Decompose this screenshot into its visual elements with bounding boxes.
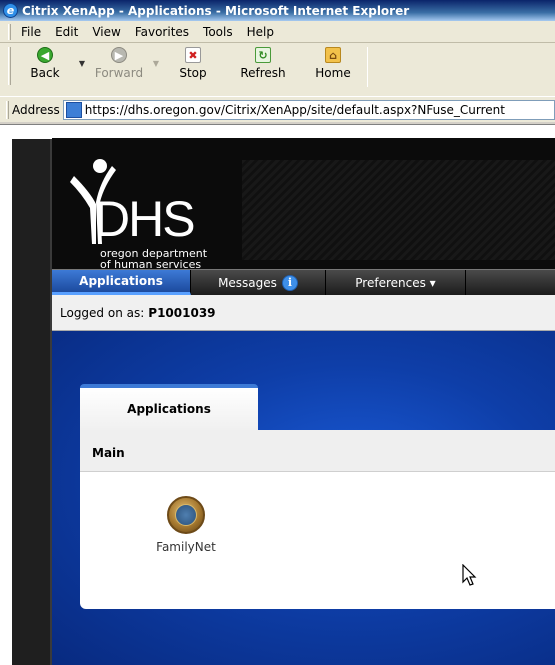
- tab-applications[interactable]: Applications: [52, 270, 191, 295]
- forward-label: Forward: [94, 66, 144, 80]
- stop-label: Stop: [179, 66, 207, 80]
- left-frame: [12, 139, 50, 665]
- menu-edit[interactable]: Edit: [55, 25, 78, 39]
- tab-applications-label: Applications: [79, 274, 163, 288]
- window-title-bar: e Citrix XenApp - Applications - Microso…: [0, 0, 555, 21]
- address-url: https://dhs.oregon.gov/Citrix/XenApp/sit…: [84, 102, 505, 117]
- mouse-cursor-icon: [462, 564, 477, 586]
- refresh-label: Refresh: [240, 66, 286, 80]
- stop-button[interactable]: ✖ Stop: [163, 47, 223, 80]
- nav-bar: Applications Messages i Preferences ▾: [52, 269, 555, 295]
- seal-icon: [167, 496, 205, 534]
- window-title: Citrix XenApp - Applications - Microsoft…: [22, 3, 410, 18]
- forward-button[interactable]: ▶ Forward: [89, 47, 149, 80]
- address-label: Address: [12, 102, 60, 117]
- dhs-logo[interactable]: DHS oregon department of human services: [60, 152, 250, 270]
- session-bar: Logged on as: P1001039: [52, 295, 555, 331]
- panel-body: Main FamilyNet: [80, 430, 555, 609]
- menu-view[interactable]: View: [92, 25, 120, 39]
- home-button[interactable]: ⌂ Home: [303, 47, 363, 80]
- tab-messages[interactable]: Messages i: [191, 270, 326, 295]
- forward-dropdown[interactable]: ▼: [149, 47, 163, 68]
- refresh-icon: ↻: [255, 47, 271, 63]
- address-bar: Address https://dhs.oregon.gov/Citrix/Xe…: [0, 96, 555, 122]
- toolbar-grip: [6, 100, 9, 119]
- refresh-button[interactable]: ↻ Refresh: [223, 47, 303, 80]
- toolbar-grip: [8, 47, 11, 85]
- panel-tab-applications[interactable]: Applications: [80, 384, 258, 430]
- header-banner: DHS oregon department of human services: [52, 138, 555, 270]
- toolbar-separator: [367, 47, 368, 87]
- toolbar-grip: [8, 23, 11, 40]
- logged-on-user: P1001039: [148, 305, 216, 320]
- app-label: FamilyNet: [156, 540, 216, 554]
- menu-file[interactable]: File: [21, 25, 41, 39]
- menu-bar: File Edit View Favorites Tools Help: [0, 21, 555, 43]
- logo-wordmark: DHS: [94, 191, 196, 247]
- folder-header-label: Main: [92, 446, 125, 460]
- address-input[interactable]: https://dhs.oregon.gov/Citrix/XenApp/sit…: [62, 99, 555, 120]
- page-icon: [65, 101, 82, 118]
- tab-preferences-label: Preferences ▾: [355, 275, 436, 290]
- applications-panel: Applications Main FamilyNet: [80, 384, 555, 609]
- home-icon: ⌂: [325, 47, 341, 63]
- browser-toolbar: ◀ Back ▼ ▶ Forward ▼ ✖ Stop ↻ Refresh ⌂ …: [0, 43, 555, 122]
- main-area: Applications Main FamilyNet: [52, 331, 555, 665]
- menu-favorites[interactable]: Favorites: [135, 25, 189, 39]
- back-arrow-icon: ◀: [37, 47, 53, 63]
- app-familynet[interactable]: FamilyNet: [146, 496, 226, 554]
- folder-header: Main: [80, 430, 555, 472]
- tab-preferences[interactable]: Preferences ▾: [326, 270, 466, 295]
- info-icon: i: [281, 274, 298, 291]
- stop-icon: ✖: [185, 47, 201, 63]
- tab-messages-label: Messages: [218, 275, 277, 290]
- home-label: Home: [315, 66, 351, 80]
- forward-arrow-icon: ▶: [111, 47, 127, 63]
- menu-tools[interactable]: Tools: [203, 25, 233, 39]
- back-label: Back: [30, 66, 60, 80]
- logged-on-label: Logged on as:: [60, 305, 145, 320]
- back-button[interactable]: ◀ Back: [15, 47, 75, 80]
- panel-tab-label: Applications: [127, 402, 211, 416]
- back-dropdown[interactable]: ▼: [75, 47, 89, 68]
- banner-pattern: [242, 160, 555, 260]
- ie-icon: e: [3, 3, 18, 18]
- menu-help[interactable]: Help: [247, 25, 274, 39]
